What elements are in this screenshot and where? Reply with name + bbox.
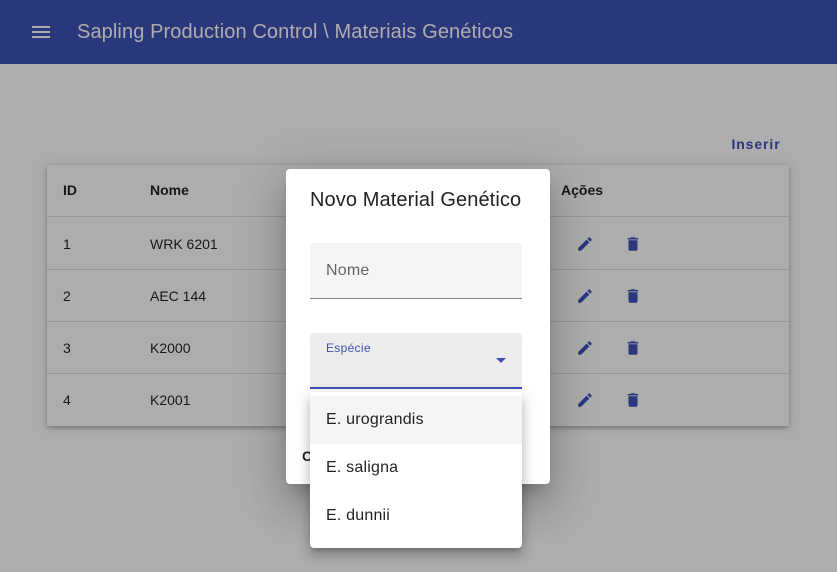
especie-select[interactable]: Espécie <box>310 333 522 389</box>
nome-placeholder: Nome <box>326 262 370 279</box>
option-urograndis[interactable]: E. urograndis <box>310 396 522 444</box>
option-dunnii[interactable]: E. dunnii <box>310 492 522 540</box>
especie-label: Espécie <box>326 341 371 355</box>
dialog-title: Novo Material Genético <box>310 189 522 211</box>
dropdown-arrow-icon <box>496 358 506 363</box>
option-saligna[interactable]: E. saligna <box>310 444 522 492</box>
nome-field[interactable]: Nome <box>310 243 522 299</box>
especie-options-menu: E. urograndis E. saligna E. dunnii <box>310 392 522 548</box>
